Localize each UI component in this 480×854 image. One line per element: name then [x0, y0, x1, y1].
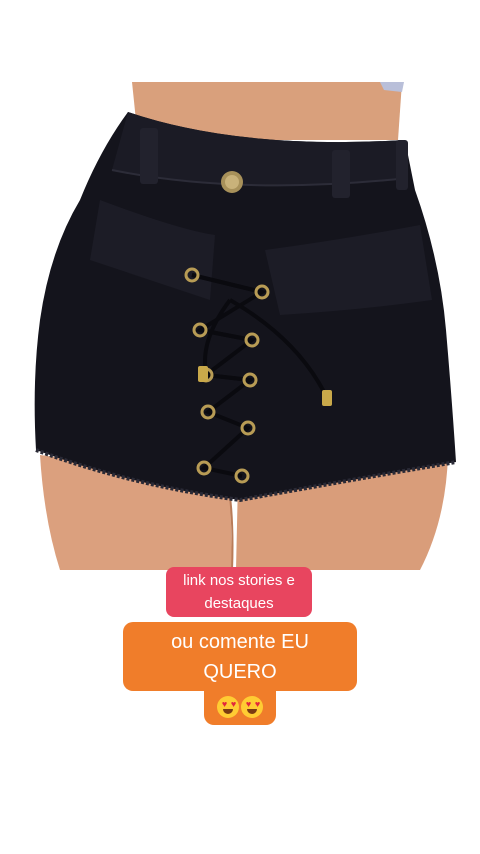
heart-eyes-icon: ♥ ♥: [241, 696, 263, 718]
comment-sticker-line2: QUERO: [203, 661, 277, 683]
comment-sticker: ou comente EU QUERO: [123, 622, 357, 691]
product-photo: [0, 0, 480, 570]
comment-sticker-line1: ou comente EU: [171, 631, 309, 653]
link-sticker-line1: link nos stories e: [183, 572, 295, 589]
emoji-sticker: ♥ ♥ ♥ ♥: [204, 689, 276, 725]
heart-eyes-icon: ♥ ♥: [217, 696, 239, 718]
link-sticker: link nos stories e destaques: [166, 567, 312, 617]
link-sticker-line2: destaques: [204, 595, 274, 612]
